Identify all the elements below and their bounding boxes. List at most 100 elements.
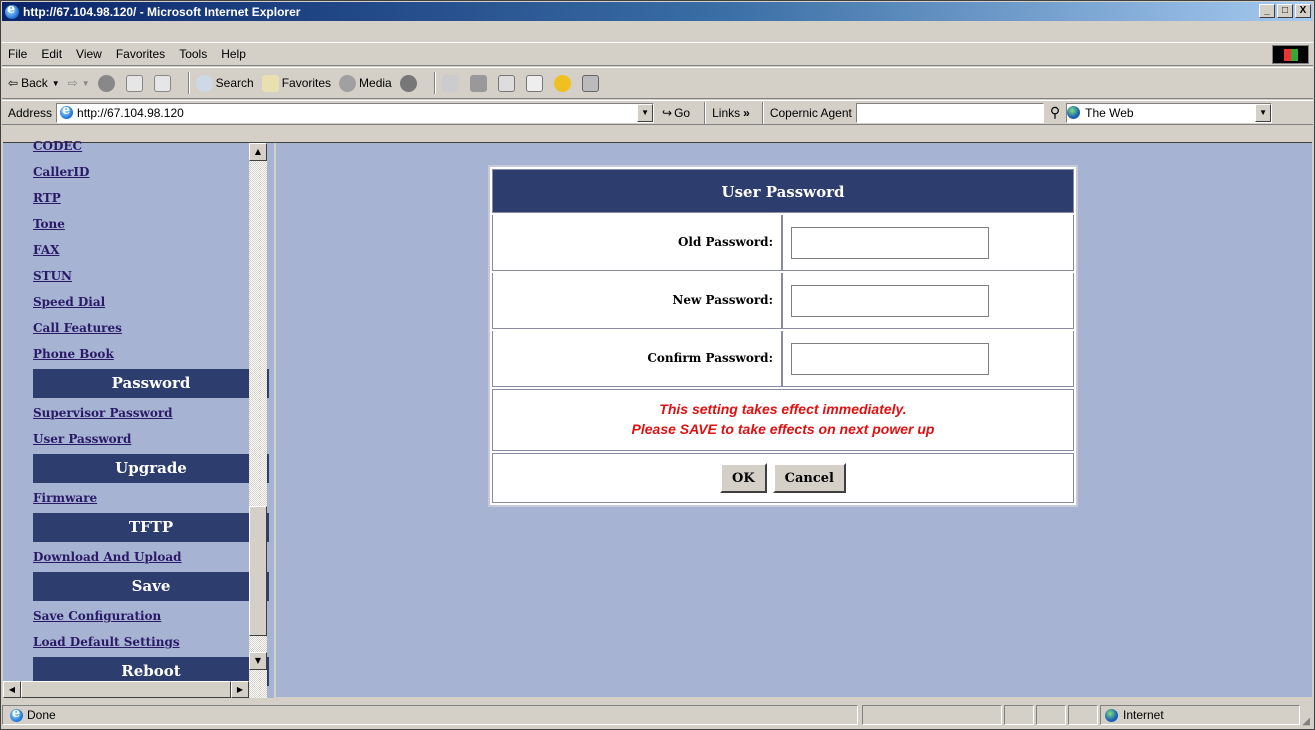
scroll-right-button[interactable]: ▶ [231,681,249,698]
old-password-label: Old Password: [493,215,783,270]
print-button[interactable] [469,74,490,92]
nav-link-stun[interactable]: STUN [33,263,269,289]
address-dropdown-button[interactable]: ▼ [637,103,654,122]
copernic-search-input[interactable] [855,102,1044,123]
chevron-down-icon: ▼ [81,78,90,88]
nav-link-download-upload[interactable]: Download And Upload [33,544,269,570]
search-icon [195,74,213,92]
search-scope-select[interactable]: The Web ▼ [1066,102,1273,123]
confirm-password-label: Confirm Password: [493,331,783,386]
form-title: User Password [492,169,1074,213]
search-button[interactable]: Search [195,74,254,92]
nav-header-tftp: TFTP [33,513,269,542]
close-button[interactable]: X [1295,4,1311,18]
scroll-up-button[interactable]: ▲ [249,143,267,161]
home-button[interactable] [153,74,174,92]
resize-grip-icon[interactable]: ◢ [1302,716,1310,727]
chevron-right-icon[interactable]: » [743,106,750,120]
menu-file[interactable]: File [8,47,27,61]
nav-link-supervisor-password[interactable]: Supervisor Password [33,400,269,426]
search-scope-value: The Web [1085,105,1134,120]
favorites-icon [261,74,279,92]
horizontal-scroll-thumb[interactable] [21,681,231,698]
forward-arrow-icon: ⇨ [67,76,78,90]
research-button[interactable] [581,74,602,92]
nav-link-load-default-settings[interactable]: Load Default Settings [33,629,269,655]
go-label: Go [674,105,691,120]
media-button[interactable]: Media [339,74,392,92]
status-bar: Done Internet ◢ [2,701,1313,729]
menu-edit[interactable]: Edit [41,47,62,61]
new-password-input[interactable] [791,284,989,317]
nav-header-password: Password [33,369,269,398]
nav-link-callerid[interactable]: CallerID [33,159,269,185]
go-arrow-icon: ↪ [662,105,673,120]
ok-button[interactable]: OK [720,463,767,493]
browser-content: CODEC CallerID RTP Tone FAX STUN Speed D… [3,139,1312,698]
new-password-label: New Password: [493,273,783,328]
maximize-button[interactable]: □ [1277,4,1293,18]
zone-label: Internet [1123,708,1164,722]
nav-link-rtp[interactable]: RTP [33,185,269,211]
go-button[interactable]: ↪ Go [662,106,690,120]
nav-link-call-features[interactable]: Call Features [33,315,269,341]
media-icon [339,74,357,92]
menu-tools[interactable]: Tools [179,47,207,61]
browser-window: http://67.104.98.120/ - Microsoft Intern… [0,0,1315,730]
nav-link-firmware[interactable]: Firmware [33,485,269,511]
scroll-thumb[interactable] [249,506,267,636]
menu-help[interactable]: Help [221,47,246,61]
nav-link-fax[interactable]: FAX [33,237,269,263]
nav-link-save-configuration[interactable]: Save Configuration [33,603,269,629]
scope-dropdown-button[interactable]: ▼ [1255,103,1272,122]
address-field[interactable]: http://67.104.98.120 ▼ [56,102,655,123]
horizontal-scrollbar[interactable]: ◀ ▶ [3,681,267,698]
toolbar-separator [761,101,764,124]
search-magnifier-icon[interactable]: ⚲ [1050,104,1060,121]
favorites-button[interactable]: Favorites [261,74,332,92]
old-password-input[interactable] [791,226,989,259]
old-password-row: Old Password: [492,215,1074,271]
confirm-password-input[interactable] [791,342,989,375]
menu-favorites[interactable]: Favorites [116,47,165,61]
cancel-button[interactable]: Cancel [772,463,846,493]
media-label: Media [359,76,392,90]
links-label[interactable]: Links [712,106,740,120]
status-panel-1 [1004,705,1034,725]
scroll-down-button[interactable]: ▼ [249,652,267,670]
save-notice: This setting takes effect immediately. P… [492,389,1074,451]
nav-link-codec[interactable]: CODEC [33,133,269,159]
form-buttons: OK Cancel [492,453,1074,503]
minimize-button[interactable]: _ [1259,4,1275,18]
nav-link-tone[interactable]: Tone [33,211,269,237]
menu-bar: File Edit View Favorites Tools Help [2,42,1313,66]
toolbar-separator [704,101,707,124]
print-icon [469,74,487,92]
mail-icon [441,74,459,92]
nav-link-speed-dial[interactable]: Speed Dial [33,289,269,315]
window-title: http://67.104.98.120/ - Microsoft Intern… [23,4,301,19]
discuss-button[interactable] [525,74,546,92]
title-bar: http://67.104.98.120/ - Microsoft Intern… [2,2,1313,21]
messenger-button[interactable] [553,74,574,92]
internet-zone-icon [1105,708,1118,722]
history-button[interactable] [399,74,420,92]
nav-link-phone-book[interactable]: Phone Book [33,341,269,367]
menu-view[interactable]: View [76,47,102,61]
nav-link-user-password[interactable]: User Password [33,426,269,452]
back-button[interactable]: ⇦ Back ▼ [8,76,60,90]
back-arrow-icon: ⇦ [8,76,19,90]
edit-button[interactable] [497,74,518,92]
vertical-scrollbar[interactable]: ▲ ▼ [249,143,267,681]
refresh-button[interactable] [125,74,146,92]
stop-button[interactable] [97,74,118,92]
internet-explorer-icon [5,2,19,19]
home-icon [153,74,171,92]
scroll-left-button[interactable]: ◀ [3,681,21,698]
word-icon [497,74,515,92]
standard-toolbar: ⇦ Back ▼ ⇨ ▼ Search Favorites Media [2,67,1313,99]
forward-button[interactable]: ⇨ ▼ [68,76,90,90]
favorites-label: Favorites [281,76,332,90]
mail-button[interactable] [441,74,462,92]
toolbar-separator [433,72,436,94]
